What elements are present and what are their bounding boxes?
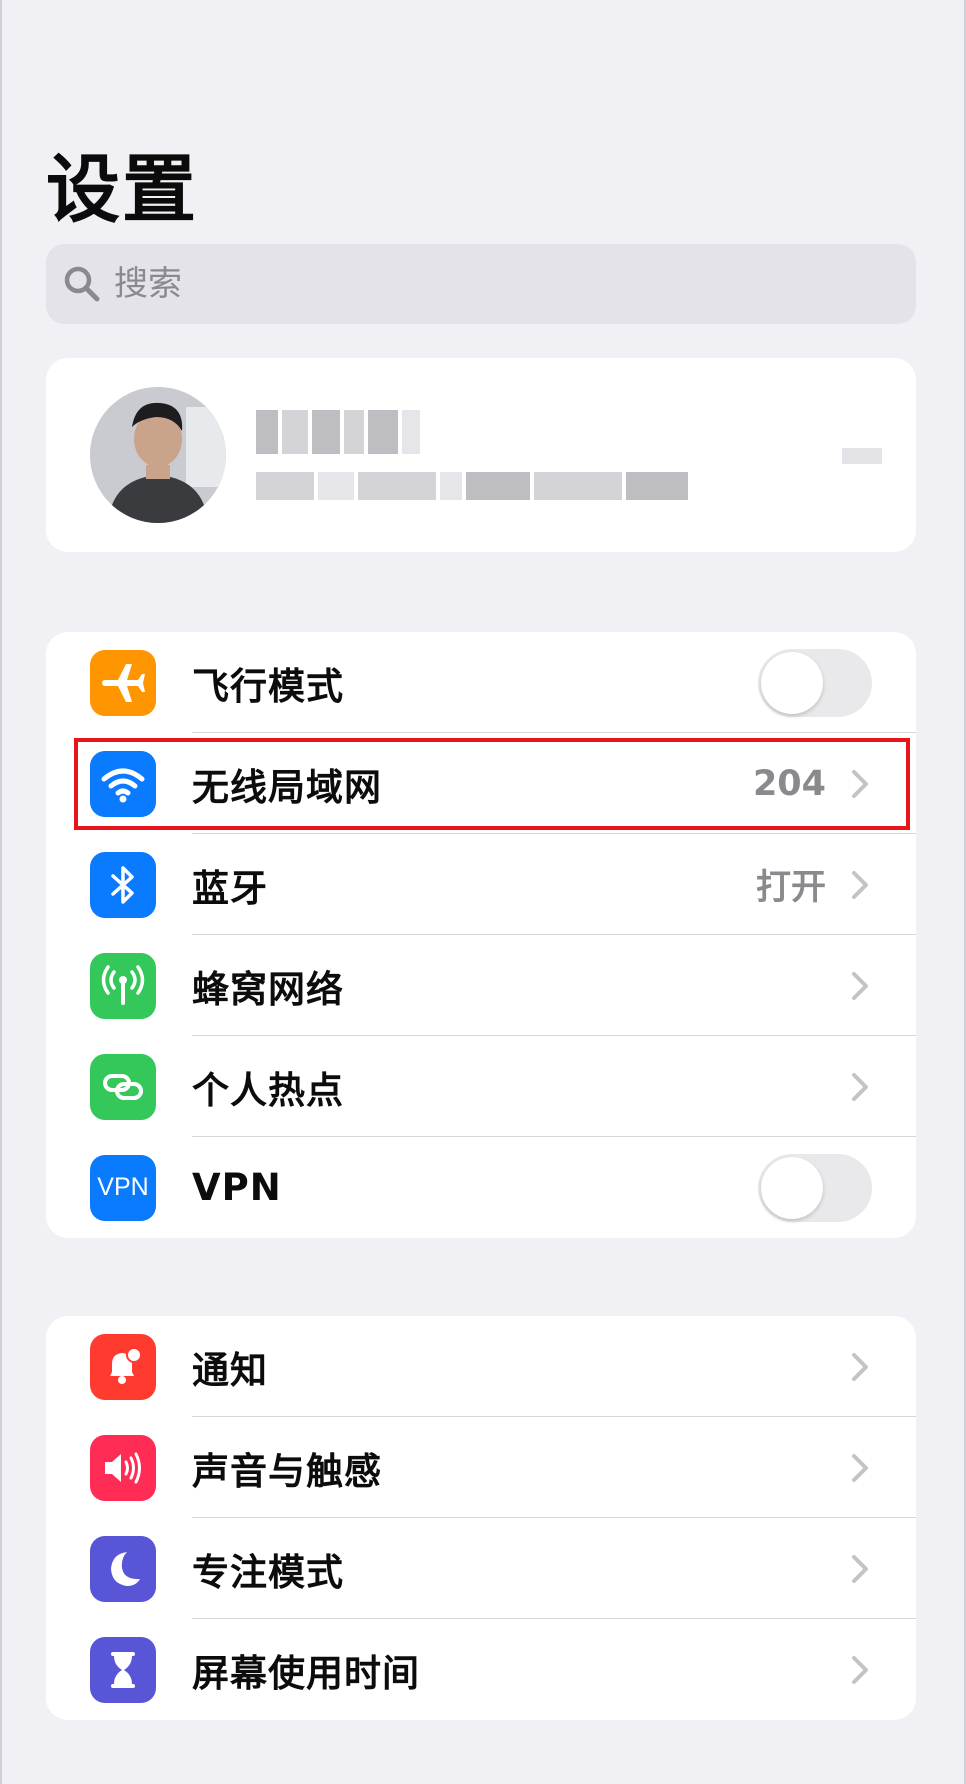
airplane-mode-label: 飞行模式 [192,664,344,708]
row-notifications[interactable]: 通知 [46,1316,916,1417]
row-screen-time[interactable]: 屏幕使用时间 [46,1619,916,1720]
page-title: 设置 [46,147,198,233]
airplane-mode-toggle[interactable] [758,648,872,717]
chevron-right-icon [852,1554,868,1583]
row-airplane-mode[interactable]: 飞行模式 [46,632,916,733]
vpn-icon: VPN [90,1154,156,1221]
hourglass-icon [90,1636,156,1703]
left-edge [0,0,2,1784]
row-focus[interactable]: 专注模式 [46,1518,916,1619]
screen-time-label: 屏幕使用时间 [192,1651,420,1695]
general-group: 通知 声音与触感 专注模式 屏幕使用时间 [46,1316,916,1720]
sounds-label: 声音与触感 [192,1449,382,1493]
avatar [90,387,226,523]
profile-info [256,410,688,500]
moon-icon [90,1535,156,1602]
chevron-right-icon [852,1352,868,1381]
profile-chevron-blurred [842,448,882,464]
cellular-label: 蜂窝网络 [192,967,344,1011]
vpn-icon-text: VPN [97,1173,149,1201]
bluetooth-value: 打开 [755,868,826,908]
row-bluetooth[interactable]: 蓝牙 打开 [46,834,916,935]
chevron-right-icon [852,1072,868,1101]
search-input[interactable] [112,263,876,305]
chevron-right-icon [852,1453,868,1482]
chevron-right-icon [852,870,868,899]
hotspot-label: 个人热点 [192,1068,344,1112]
speaker-icon [90,1434,156,1501]
row-sounds[interactable]: 声音与触感 [46,1417,916,1518]
highlight-box-wifi [74,738,910,830]
notifications-label: 通知 [192,1348,268,1392]
vpn-label: VPN [192,1166,282,1209]
profile-name-blurred [256,410,688,454]
row-vpn[interactable]: VPN VPN [46,1137,916,1238]
focus-label: 专注模式 [192,1550,344,1594]
chevron-right-icon [852,1655,868,1684]
bluetooth-icon [90,851,156,918]
search-icon [64,266,100,302]
cellular-icon [90,952,156,1019]
profile-card[interactable] [46,358,916,552]
hotspot-icon [90,1053,156,1120]
airplane-icon [90,649,156,716]
row-cellular[interactable]: 蜂窝网络 [46,935,916,1036]
notification-bell-icon [90,1333,156,1400]
bluetooth-label: 蓝牙 [192,866,268,910]
profile-subtitle-blurred [256,472,688,500]
row-hotspot[interactable]: 个人热点 [46,1036,916,1137]
connectivity-group: 飞行模式 无线局域网 204 蓝牙 打开 蜂窝网络 个人热点 VPN VPN [46,632,916,1238]
vpn-toggle[interactable] [758,1153,872,1222]
chevron-right-icon [852,971,868,1000]
search-bar[interactable] [46,244,916,324]
